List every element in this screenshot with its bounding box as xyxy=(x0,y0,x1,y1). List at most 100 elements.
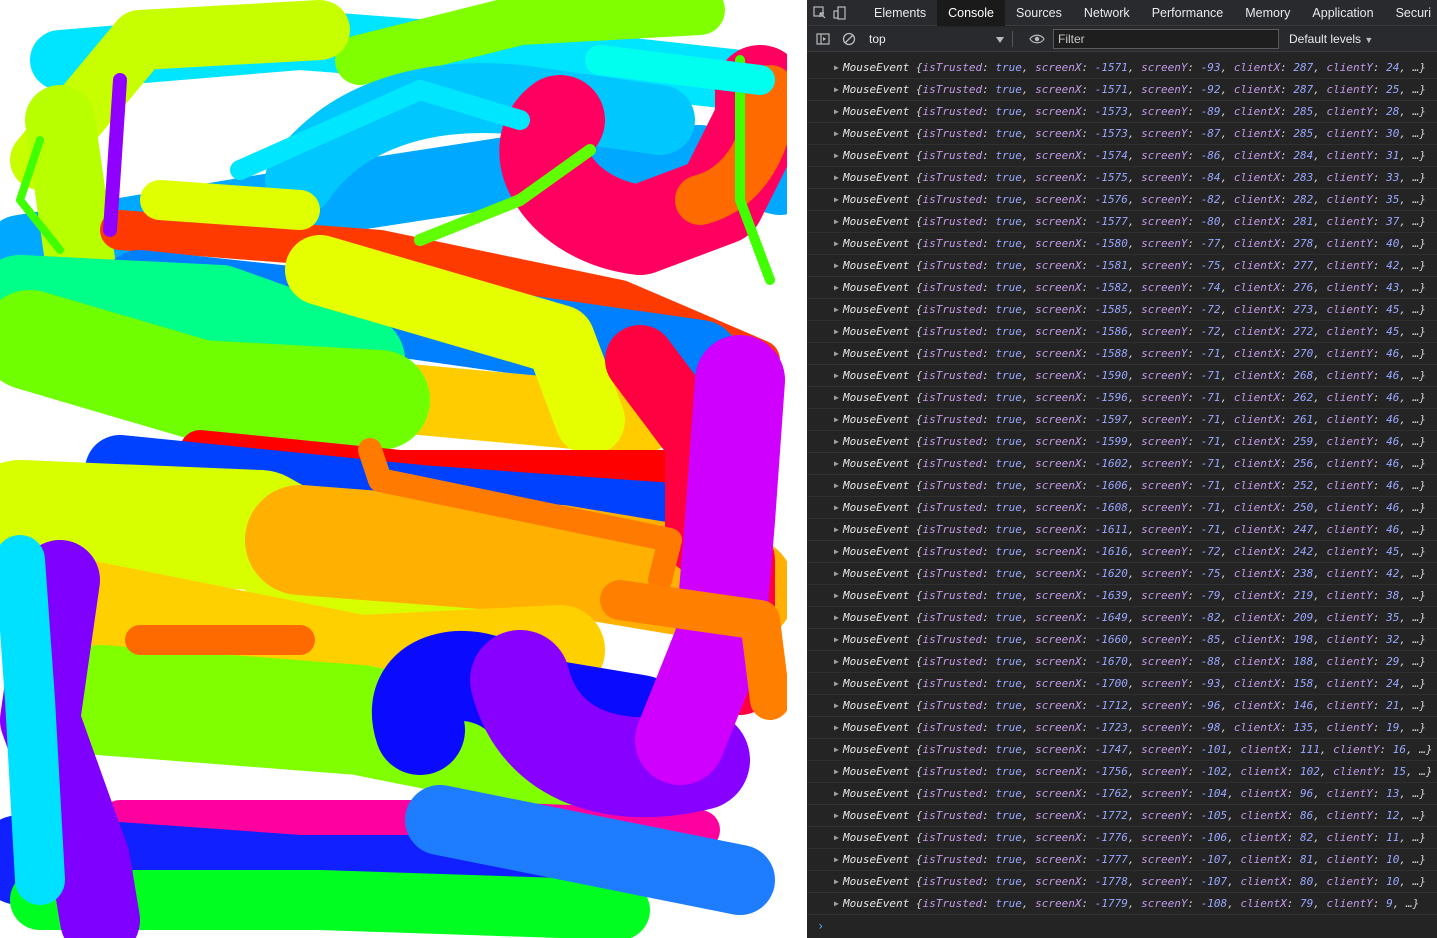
expand-arrow-icon[interactable]: ▶ xyxy=(834,673,839,695)
expand-arrow-icon[interactable]: ▶ xyxy=(834,211,839,233)
console-log-row[interactable]: ▶ MouseEvent {isTrusted: true, screenX: -… xyxy=(807,761,1437,783)
expand-arrow-icon[interactable]: ▶ xyxy=(834,475,839,497)
console-log-row[interactable]: ▶ MouseEvent {isTrusted: true, screenX: -… xyxy=(807,233,1437,255)
console-log-row[interactable]: ▶ MouseEvent {isTrusted: true, screenX: -… xyxy=(807,343,1437,365)
console-log-row[interactable]: ▶ MouseEvent {isTrusted: true, screenX: -… xyxy=(807,695,1437,717)
console-log-row[interactable]: ▶ MouseEvent {isTrusted: true, screenX: -… xyxy=(807,321,1437,343)
expand-arrow-icon[interactable]: ▶ xyxy=(834,101,839,123)
console-log-row[interactable]: ▶ MouseEvent {isTrusted: true, screenX: -… xyxy=(807,563,1437,585)
expand-arrow-icon[interactable]: ▶ xyxy=(834,695,839,717)
tab-memory[interactable]: Memory xyxy=(1234,0,1301,26)
expand-arrow-icon[interactable]: ▶ xyxy=(834,343,839,365)
console-log-row[interactable]: ▶ MouseEvent {isTrusted: true, screenX: -… xyxy=(807,519,1437,541)
expand-arrow-icon[interactable]: ▶ xyxy=(834,277,839,299)
console-log-row[interactable]: ▶ MouseEvent {isTrusted: true, screenX: -… xyxy=(807,585,1437,607)
tab-elements[interactable]: Elements xyxy=(863,0,937,26)
console-filter-input[interactable]: Filter xyxy=(1053,29,1279,49)
expand-arrow-icon[interactable]: ▶ xyxy=(834,365,839,387)
console-log-row[interactable]: ▶ MouseEvent {isTrusted: true, screenX: -… xyxy=(807,167,1437,189)
expand-arrow-icon[interactable]: ▶ xyxy=(834,761,839,783)
console-log-row[interactable]: ▶ MouseEvent {isTrusted: true, screenX: -… xyxy=(807,541,1437,563)
console-log-row[interactable]: ▶ MouseEvent {isTrusted: true, screenX: -… xyxy=(807,365,1437,387)
expand-arrow-icon[interactable]: ▶ xyxy=(834,79,839,101)
console-log-row[interactable]: ▶ MouseEvent {isTrusted: true, screenX: -… xyxy=(807,189,1437,211)
console-log-row[interactable]: ▶ MouseEvent {isTrusted: true, screenX: -… xyxy=(807,651,1437,673)
console-log-row[interactable]: ▶ MouseEvent {isTrusted: true, screenX: -… xyxy=(807,673,1437,695)
console-log-row[interactable]: ▶ MouseEvent {isTrusted: true, screenX: -… xyxy=(807,497,1437,519)
expand-arrow-icon[interactable]: ▶ xyxy=(834,651,839,673)
colon: : xyxy=(1187,567,1201,580)
expand-arrow-icon[interactable]: ▶ xyxy=(834,563,839,585)
console-log-row[interactable]: ▶ MouseEvent {isTrusted: true, screenX: -… xyxy=(807,805,1437,827)
expand-arrow-icon[interactable]: ▶ xyxy=(834,431,839,453)
screen-x-value: -1599 xyxy=(1094,435,1128,448)
expand-arrow-icon[interactable]: ▶ xyxy=(834,57,839,79)
panel-splitter[interactable] xyxy=(787,0,807,938)
expand-arrow-icon[interactable]: ▶ xyxy=(834,299,839,321)
console-log-row[interactable]: ▶ MouseEvent {isTrusted: true, screenX: -… xyxy=(807,145,1437,167)
eye-icon[interactable] xyxy=(1027,29,1047,49)
tab-console[interactable]: Console xyxy=(937,0,1005,26)
console-log-row[interactable]: ▶ MouseEvent {isTrusted: true, screenX: -… xyxy=(807,123,1437,145)
expand-arrow-icon[interactable]: ▶ xyxy=(834,607,839,629)
expand-arrow-icon[interactable]: ▶ xyxy=(834,387,839,409)
console-log-row[interactable]: ▶ MouseEvent {isTrusted: true, screenX: -… xyxy=(807,783,1437,805)
tab-application[interactable]: Application xyxy=(1301,0,1384,26)
console-log-row[interactable]: ▶ MouseEvent {isTrusted: true, screenX: -… xyxy=(807,79,1437,101)
console-log-row[interactable]: ▶ MouseEvent {isTrusted: true, screenX: -… xyxy=(807,871,1437,893)
inspect-element-icon[interactable] xyxy=(813,3,827,23)
device-toolbar-icon[interactable] xyxy=(833,3,847,23)
expand-arrow-icon[interactable]: ▶ xyxy=(834,739,839,761)
drawing-canvas[interactable] xyxy=(0,0,787,938)
console-log-row[interactable]: ▶ MouseEvent {isTrusted: true, screenX: -… xyxy=(807,849,1437,871)
clear-console-icon[interactable] xyxy=(839,29,859,49)
expand-arrow-icon[interactable]: ▶ xyxy=(834,409,839,431)
console-log-row[interactable]: ▶ MouseEvent {isTrusted: true, screenX: -… xyxy=(807,255,1437,277)
log-levels-dropdown[interactable]: Default levels ▼ xyxy=(1289,32,1373,46)
expand-arrow-icon[interactable]: ▶ xyxy=(834,893,839,915)
context-selector[interactable]: top xyxy=(869,29,1004,49)
console-prompt[interactable]: › xyxy=(807,915,1437,937)
expand-arrow-icon[interactable]: ▶ xyxy=(834,145,839,167)
console-log-row[interactable]: ▶ MouseEvent {isTrusted: true, screenX: -… xyxy=(807,893,1437,915)
tab-performance[interactable]: Performance xyxy=(1141,0,1235,26)
expand-arrow-icon[interactable]: ▶ xyxy=(834,233,839,255)
console-log-row[interactable]: ▶ MouseEvent {isTrusted: true, screenX: -… xyxy=(807,739,1437,761)
tab-sources[interactable]: Sources xyxy=(1005,0,1073,26)
console-log-row[interactable]: ▶ MouseEvent {isTrusted: true, screenX: -… xyxy=(807,475,1437,497)
expand-arrow-icon[interactable]: ▶ xyxy=(834,519,839,541)
console-log-row[interactable]: ▶ MouseEvent {isTrusted: true, screenX: -… xyxy=(807,277,1437,299)
console-log-row[interactable]: ▶ MouseEvent {isTrusted: true, screenX: -… xyxy=(807,827,1437,849)
expand-arrow-icon[interactable]: ▶ xyxy=(834,255,839,277)
console-log-row[interactable]: ▶ MouseEvent {isTrusted: true, screenX: -… xyxy=(807,629,1437,651)
console-log-row[interactable]: ▶ MouseEvent {isTrusted: true, screenX: -… xyxy=(807,387,1437,409)
expand-arrow-icon[interactable]: ▶ xyxy=(834,871,839,893)
console-log-row[interactable]: ▶ MouseEvent {isTrusted: true, screenX: -… xyxy=(807,57,1437,79)
expand-arrow-icon[interactable]: ▶ xyxy=(834,783,839,805)
tab-security[interactable]: Securi xyxy=(1385,0,1437,26)
expand-arrow-icon[interactable]: ▶ xyxy=(834,805,839,827)
console-log-row[interactable]: ▶ MouseEvent {isTrusted: true, screenX: -… xyxy=(807,299,1437,321)
tab-network[interactable]: Network xyxy=(1073,0,1141,26)
expand-arrow-icon[interactable]: ▶ xyxy=(834,321,839,343)
expand-arrow-icon[interactable]: ▶ xyxy=(834,123,839,145)
console-log-row[interactable]: ▶ MouseEvent {isTrusted: true, screenX: -… xyxy=(807,101,1437,123)
expand-arrow-icon[interactable]: ▶ xyxy=(834,189,839,211)
console-log-row[interactable]: ▶ MouseEvent {isTrusted: true, screenX: -… xyxy=(807,431,1437,453)
console-log-row[interactable]: ▶ MouseEvent {isTrusted: true, screenX: -… xyxy=(807,409,1437,431)
console-log-row[interactable]: ▶ MouseEvent {isTrusted: true, screenX: -… xyxy=(807,211,1437,233)
expand-arrow-icon[interactable]: ▶ xyxy=(834,585,839,607)
expand-arrow-icon[interactable]: ▶ xyxy=(834,453,839,475)
console-log-row[interactable]: ▶ MouseEvent {isTrusted: true, screenX: -… xyxy=(807,453,1437,475)
expand-arrow-icon[interactable]: ▶ xyxy=(834,629,839,651)
expand-arrow-icon[interactable]: ▶ xyxy=(834,497,839,519)
expand-arrow-icon[interactable]: ▶ xyxy=(834,717,839,739)
expand-arrow-icon[interactable]: ▶ xyxy=(834,541,839,563)
console-log-row[interactable]: ▶ MouseEvent {isTrusted: true, screenX: -… xyxy=(807,717,1437,739)
console-log-row[interactable]: ▶ MouseEvent {isTrusted: true, screenX: -… xyxy=(807,607,1437,629)
expand-arrow-icon[interactable]: ▶ xyxy=(834,849,839,871)
sidebar-toggle-icon[interactable] xyxy=(813,29,833,49)
expand-arrow-icon[interactable]: ▶ xyxy=(834,827,839,849)
expand-arrow-icon[interactable]: ▶ xyxy=(834,167,839,189)
is-trusted-value: true xyxy=(995,281,1022,294)
